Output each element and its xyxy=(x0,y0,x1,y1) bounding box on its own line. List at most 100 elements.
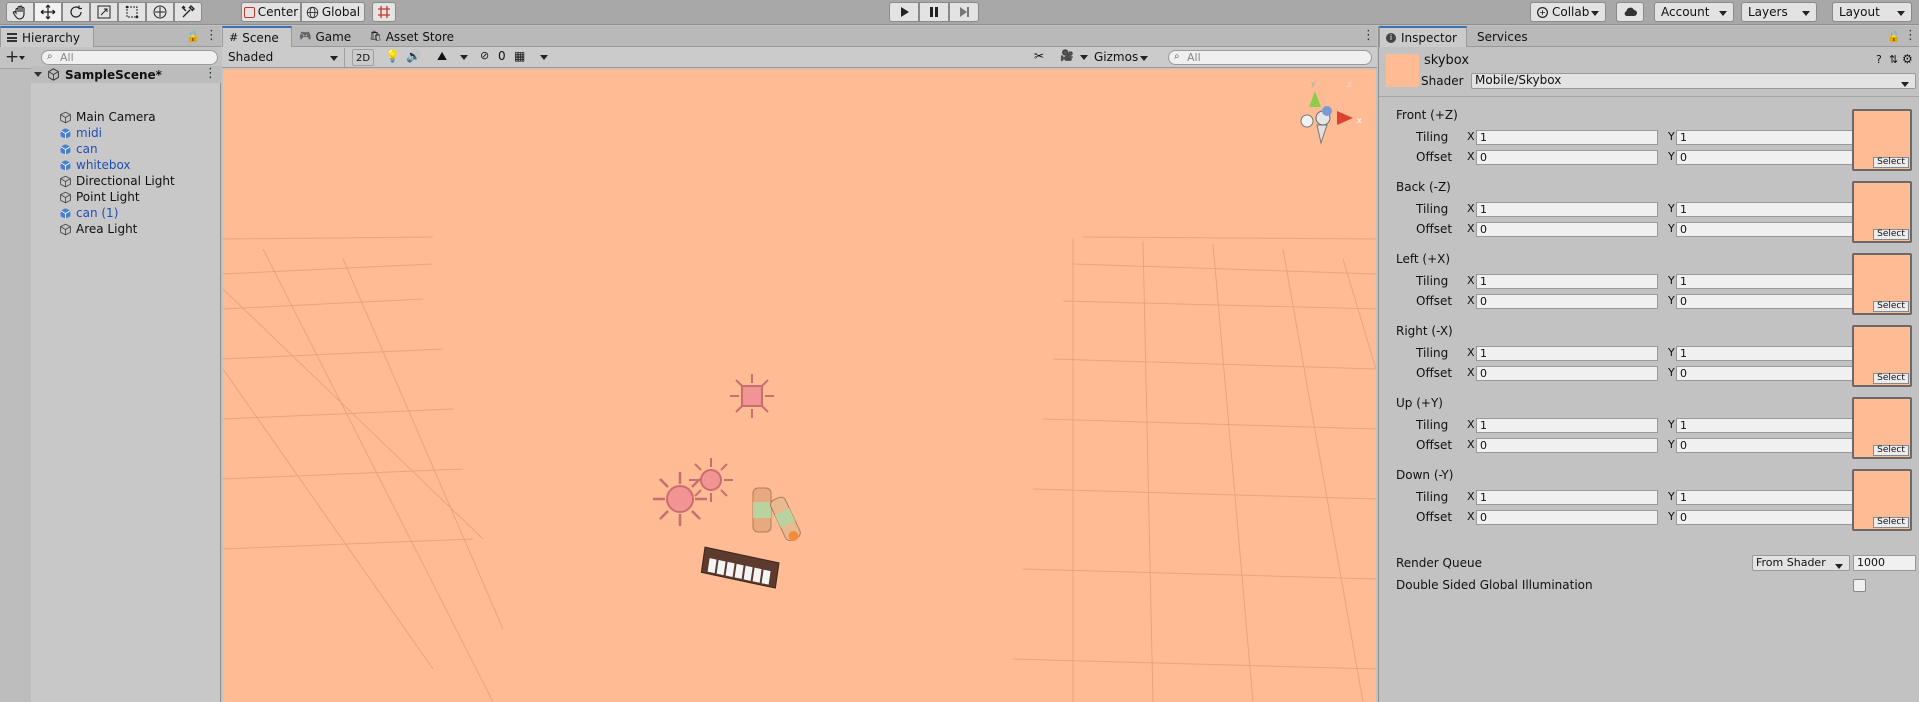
add-icon[interactable]: + xyxy=(5,47,19,67)
offset-y-input[interactable]: 0 xyxy=(1676,438,1858,453)
tab-hierarchy[interactable]: Hierarchy xyxy=(0,26,94,47)
expand-chevron-icon[interactable] xyxy=(34,72,42,77)
hierarchy-item[interactable]: whitebox xyxy=(59,157,219,173)
orientation-gizmo[interactable]: y x z xyxy=(1293,73,1373,163)
hierarchy-search-input[interactable]: ⌕ All xyxy=(41,50,218,65)
offset-x-input[interactable]: 0 xyxy=(1476,294,1658,309)
tiling-y-input[interactable]: 1 xyxy=(1676,418,1858,433)
texture-thumbnail[interactable]: Select xyxy=(1852,181,1912,243)
hierarchy-item[interactable]: midi xyxy=(59,125,219,141)
offset-y-input[interactable]: 0 xyxy=(1676,294,1858,309)
tiling-y-input[interactable]: 1 xyxy=(1676,490,1858,505)
camera-dropdown-chevron-icon[interactable] xyxy=(1080,55,1088,60)
layout-dropdown[interactable]: Layout xyxy=(1832,2,1912,22)
texture-thumbnail[interactable]: Select xyxy=(1852,397,1912,459)
texture-select-button[interactable]: Select xyxy=(1873,229,1909,240)
hierarchy-item[interactable]: Main Camera xyxy=(59,109,219,125)
point-light-gizmo-icon[interactable] xyxy=(727,371,777,421)
can-object[interactable] xyxy=(743,482,813,552)
offset-x-input[interactable]: 0 xyxy=(1476,510,1658,525)
custom-editor-tool-icon[interactable] xyxy=(174,2,202,22)
hierarchy-item[interactable]: can (1) xyxy=(59,205,219,221)
pivot-global-toggle[interactable]: Global xyxy=(301,2,365,22)
more-options-icon[interactable]: ⋮ xyxy=(205,28,218,43)
offset-y-input[interactable]: 0 xyxy=(1676,510,1858,525)
texture-thumbnail[interactable]: Select xyxy=(1852,469,1912,531)
lock-icon[interactable]: 🔒 xyxy=(186,30,200,43)
offset-y-input[interactable]: 0 xyxy=(1676,222,1858,237)
mode-2d-toggle[interactable]: 2D xyxy=(352,49,374,66)
rect-tool-icon[interactable] xyxy=(118,2,146,22)
scene-more-options-icon[interactable]: ⋮ xyxy=(1362,28,1375,43)
move-tool-icon[interactable] xyxy=(34,2,62,22)
hierarchy-item[interactable]: Directional Light xyxy=(59,173,219,189)
camera-icon[interactable]: 🎥 xyxy=(1060,49,1074,62)
tab-asset-store[interactable]: 🛍 Asset Store xyxy=(363,26,463,47)
tools-icon[interactable]: ✂ xyxy=(1034,49,1044,63)
grid-toggle-icon[interactable]: ▦ xyxy=(514,49,525,63)
tab-game[interactable]: 🎮 Game xyxy=(293,26,363,47)
texture-select-button[interactable]: Select xyxy=(1873,301,1909,312)
texture-thumbnail[interactable]: Select xyxy=(1852,109,1912,171)
tab-inspector[interactable]: i Inspector xyxy=(1379,26,1467,47)
tiling-x-input[interactable]: 1 xyxy=(1476,202,1658,217)
lighting-toggle-icon[interactable]: 💡 xyxy=(385,49,400,63)
tab-scene[interactable]: # Scene xyxy=(222,26,292,47)
tiling-y-input[interactable]: 1 xyxy=(1676,202,1858,217)
tiling-x-input[interactable]: 1 xyxy=(1476,346,1658,361)
account-dropdown[interactable]: Account xyxy=(1654,2,1734,22)
scene-search-input[interactable]: ⌕ All xyxy=(1168,50,1372,65)
texture-select-button[interactable]: Select xyxy=(1873,157,1909,168)
area-light-gizmo-icon[interactable] xyxy=(686,455,736,505)
cloud-button[interactable] xyxy=(1616,2,1644,22)
transform-tool-icon[interactable] xyxy=(146,2,174,22)
tiling-y-input[interactable]: 1 xyxy=(1676,130,1858,145)
pause-button[interactable] xyxy=(919,2,949,22)
scene-more-icon[interactable]: ⋮ xyxy=(204,66,217,81)
double-sided-gi-checkbox[interactable] xyxy=(1853,579,1866,592)
settings-gear-icon[interactable]: ⚙ xyxy=(1902,52,1913,66)
render-queue-mode-dropdown[interactable]: From Shader xyxy=(1752,555,1850,571)
midi-keyboard-object[interactable] xyxy=(695,545,785,595)
offset-x-input[interactable]: 0 xyxy=(1476,366,1658,381)
texture-thumbnail[interactable]: Select xyxy=(1852,325,1912,387)
inspector-lock-icon[interactable]: 🔒 xyxy=(1887,30,1901,43)
hierarchy-item[interactable]: Area Light xyxy=(59,221,219,237)
step-button[interactable] xyxy=(949,2,979,22)
texture-select-button[interactable]: Select xyxy=(1873,517,1909,528)
hand-tool-icon[interactable] xyxy=(6,2,34,22)
preset-icon[interactable]: ⇅ xyxy=(1889,53,1898,66)
inspector-more-icon[interactable]: ⋮ xyxy=(1904,28,1917,43)
hierarchy-item[interactable]: Point Light xyxy=(59,189,219,205)
texture-thumbnail[interactable]: Select xyxy=(1852,253,1912,315)
scale-tool-icon[interactable] xyxy=(90,2,118,22)
collab-dropdown[interactable]: Collab xyxy=(1530,2,1606,22)
offset-x-input[interactable]: 0 xyxy=(1476,150,1658,165)
scene-viewport[interactable]: y x z xyxy=(223,69,1376,702)
texture-select-button[interactable]: Select xyxy=(1873,373,1909,384)
add-dropdown-chevron-icon[interactable] xyxy=(19,56,25,60)
tiling-x-input[interactable]: 1 xyxy=(1476,130,1658,145)
hidden-objects-icon[interactable]: ⊘ xyxy=(480,49,489,62)
tiling-y-input[interactable]: 1 xyxy=(1676,274,1858,289)
offset-x-input[interactable]: 0 xyxy=(1476,222,1658,237)
offset-x-input[interactable]: 0 xyxy=(1476,438,1658,453)
scene-row[interactable]: SampleScene* ⋮ xyxy=(31,66,221,83)
play-button[interactable] xyxy=(889,2,919,22)
offset-y-input[interactable]: 0 xyxy=(1676,150,1858,165)
tiling-y-input[interactable]: 1 xyxy=(1676,346,1858,361)
gizmos-dropdown[interactable]: Gizmos xyxy=(1090,48,1154,67)
grid-dropdown-chevron-icon[interactable] xyxy=(540,55,548,60)
render-queue-value-input[interactable]: 1000 xyxy=(1853,555,1916,571)
grid-snap-button[interactable] xyxy=(372,2,396,22)
effects-dropdown-chevron-icon[interactable] xyxy=(460,55,468,60)
tab-services[interactable]: Services xyxy=(1471,26,1551,47)
tiling-x-input[interactable]: 1 xyxy=(1476,274,1658,289)
pivot-center-toggle[interactable]: Center xyxy=(241,2,301,22)
audio-toggle-icon[interactable]: 🔊 xyxy=(406,49,421,63)
effects-toggle-icon[interactable]: ⛰ xyxy=(437,49,447,64)
rotate-tool-icon[interactable] xyxy=(62,2,90,22)
help-icon[interactable]: ? xyxy=(1876,53,1882,66)
tiling-x-input[interactable]: 1 xyxy=(1476,490,1658,505)
texture-select-button[interactable]: Select xyxy=(1873,445,1909,456)
